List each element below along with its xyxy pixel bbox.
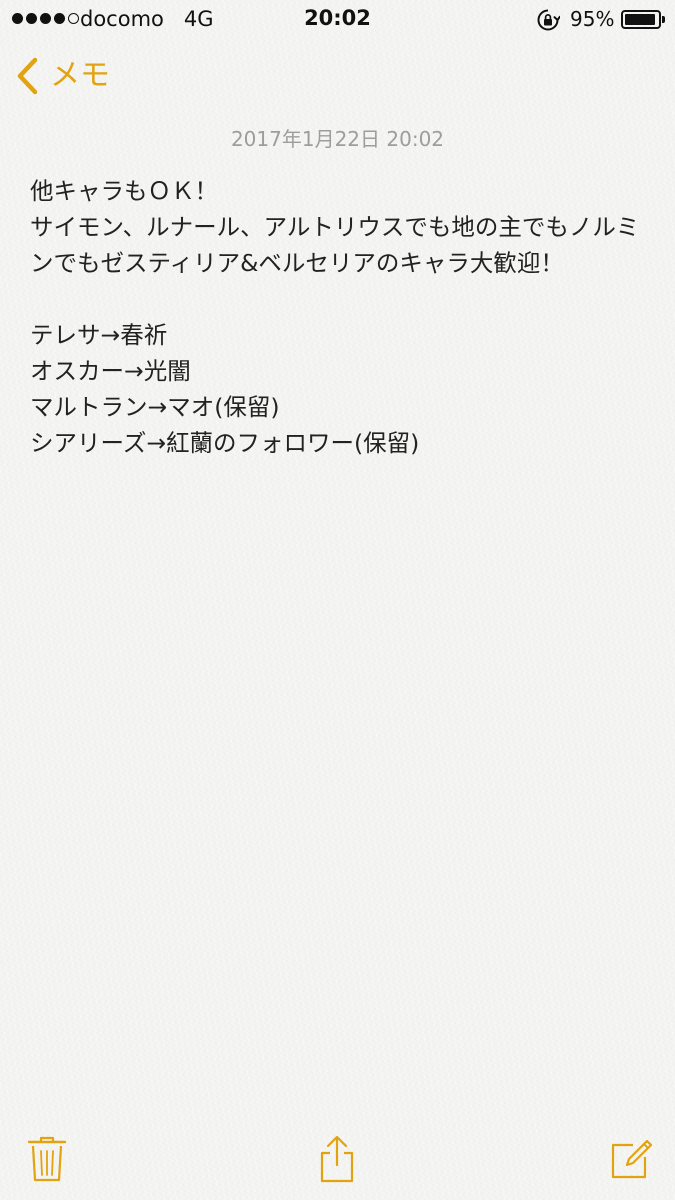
note-line: シアリーズ→紅蘭のフォロワー(保留) <box>30 429 420 457</box>
back-button[interactable]: メモ <box>14 56 110 96</box>
note-line: ンでもゼスティリア&ベルセリアのキャラ大歓迎！ <box>30 249 564 277</box>
battery-percentage: 95% <box>570 7 615 31</box>
note-line: 他キャラもＯＫ！ <box>30 177 218 205</box>
battery-nub <box>662 16 665 23</box>
note-date: 2017年1月22日 20:02 <box>230 127 445 151</box>
share-button[interactable] <box>310 1132 364 1186</box>
chevron-left-icon <box>17 57 38 95</box>
trash-icon <box>27 1136 67 1182</box>
battery-icon <box>621 10 661 29</box>
compose-button[interactable] <box>604 1132 658 1186</box>
status-bar: docomo 4G 20:02 95% <box>0 0 675 40</box>
battery-fill <box>625 14 656 25</box>
back-label: メモ <box>50 58 110 93</box>
compose-icon <box>611 1139 653 1179</box>
rotation-lock-icon <box>537 9 560 31</box>
note-line: テレサ→春祈 <box>30 321 168 349</box>
note-body[interactable]: 他キャラもＯＫ！ サイモン、ルナール、アルトリウスでも地の主でもノルミ ンでもゼ… <box>30 173 655 461</box>
note-line: オスカー→光闇 <box>30 357 191 385</box>
note-line: マルトラン→マオ(保留) <box>30 393 280 421</box>
note-line-blank <box>30 281 655 317</box>
note-line: サイモン、ルナール、アルトリウスでも地の主でもノルミ <box>30 213 640 241</box>
delete-button[interactable] <box>20 1132 74 1186</box>
share-icon <box>320 1135 354 1183</box>
